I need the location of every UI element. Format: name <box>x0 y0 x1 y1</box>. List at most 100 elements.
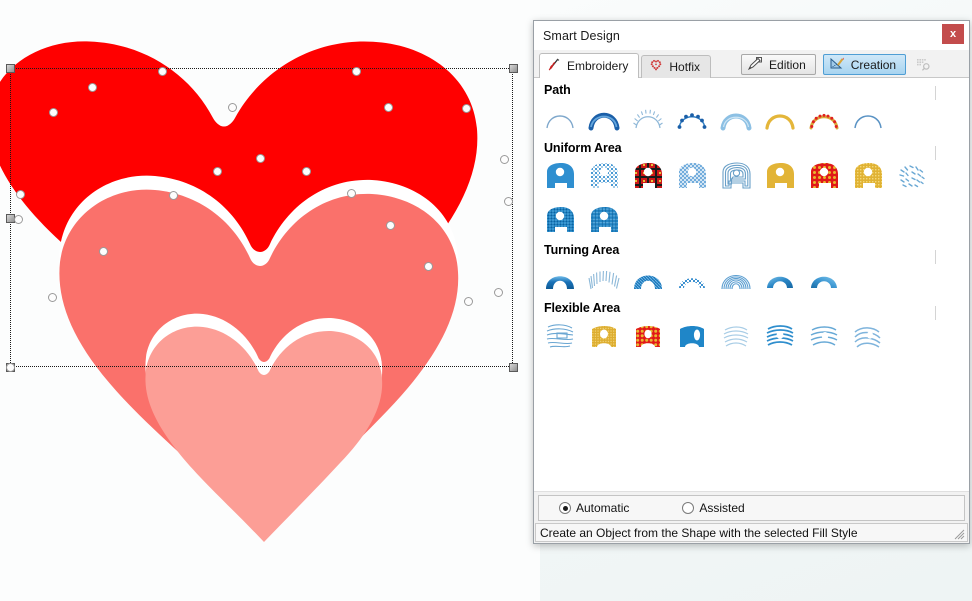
edition-button-label: Edition <box>769 58 806 72</box>
style-icon-turn-smooth-satin-2[interactable] <box>806 260 842 296</box>
radio-assisted-dot[interactable] <box>682 502 694 514</box>
node-handle[interactable] <box>169 191 178 200</box>
edition-button[interactable]: Edition <box>741 54 816 75</box>
radio-automatic-dot[interactable] <box>559 502 571 514</box>
node-handle[interactable] <box>424 262 433 271</box>
tab-embroidery[interactable]: Embroidery <box>539 53 639 78</box>
group-turning-area-icons <box>534 260 942 296</box>
style-icon-area-blue-texture-1[interactable] <box>542 202 578 238</box>
style-icon-path-light-satin-arc[interactable] <box>718 100 754 136</box>
node-handle[interactable] <box>384 103 393 112</box>
group-turning-area-title: Turning Area <box>534 238 969 260</box>
ruler-pencil-icon <box>829 56 846 74</box>
style-icon-turn-radial-lines[interactable] <box>586 260 622 296</box>
node-handle[interactable] <box>228 103 237 112</box>
generation-mode-bar: Automatic Assisted <box>538 495 965 521</box>
style-icon-turn-blue-satin[interactable] <box>542 260 578 296</box>
nested-heart-artwork <box>0 0 540 601</box>
node-handle[interactable] <box>16 190 25 199</box>
style-icon-area-blue-texture-2[interactable] <box>586 202 622 238</box>
node-handle[interactable] <box>500 155 509 164</box>
status-message: Create an Object from the Shape with the… <box>540 526 858 540</box>
fill-style-list[interactable]: Path <box>534 78 969 492</box>
node-handle[interactable] <box>158 67 167 76</box>
style-icon-path-bead-arc[interactable] <box>674 100 710 136</box>
node-handle[interactable] <box>213 167 222 176</box>
node-handle[interactable] <box>504 197 513 206</box>
status-bar: Create an Object from the Shape with the… <box>535 523 968 542</box>
style-icon-turn-smooth-satin[interactable] <box>762 260 798 296</box>
style-icon-flex-angled-waves[interactable] <box>850 318 886 354</box>
style-icon-flex-red-dots[interactable] <box>630 318 666 354</box>
node-handle[interactable] <box>302 167 311 176</box>
smart-design-dialog[interactable]: Smart Design x Embroidery <box>533 20 970 544</box>
style-icon-flex-light-waves[interactable] <box>718 318 754 354</box>
list-separator <box>935 250 936 264</box>
style-icon-area-gold-weave[interactable] <box>850 158 886 194</box>
tab-embroidery-label: Embroidery <box>567 59 628 73</box>
node-handle[interactable] <box>386 221 395 230</box>
style-icon-flex-gold-fill[interactable] <box>586 318 622 354</box>
tab-strip: Embroidery Hotfix <box>534 50 969 78</box>
dialog-titlebar[interactable]: Smart Design x <box>534 21 969 50</box>
style-icon-area-blue-fill[interactable] <box>542 158 578 194</box>
node-handle[interactable] <box>352 67 361 76</box>
node-handle[interactable] <box>14 215 23 224</box>
radio-assisted[interactable]: Assisted <box>682 501 744 515</box>
group-path: Path <box>534 78 969 136</box>
node-handle[interactable] <box>49 108 58 117</box>
node-handle[interactable] <box>462 104 471 113</box>
style-icon-turn-checker-arch[interactable] <box>674 260 710 296</box>
style-icon-path-outline-arc[interactable] <box>850 100 886 136</box>
pen-edit-icon <box>747 56 764 74</box>
radio-automatic-label: Automatic <box>576 501 629 515</box>
style-icon-path-thin-arc[interactable] <box>542 100 578 136</box>
list-separator <box>935 146 936 160</box>
list-separator <box>935 306 936 320</box>
style-icon-path-red-dotted-arc[interactable] <box>806 100 842 136</box>
style-icon-turn-blue-hatch[interactable] <box>630 260 666 296</box>
node-handle[interactable] <box>464 297 473 306</box>
selection-handle-top-left[interactable] <box>6 64 15 73</box>
style-icon-area-red-gold-dots[interactable] <box>806 158 842 194</box>
style-icon-flex-wave-outline[interactable] <box>542 318 578 354</box>
node-handle[interactable] <box>6 363 15 372</box>
node-handle[interactable] <box>256 154 265 163</box>
group-uniform-area-icons <box>534 158 942 238</box>
style-icon-area-blue-scatter[interactable] <box>894 158 930 194</box>
style-icon-area-blue-crosshatch[interactable] <box>674 158 710 194</box>
design-canvas[interactable] <box>0 0 540 601</box>
group-path-title: Path <box>534 78 969 100</box>
mode-button-group: Edition Creation <box>741 54 932 77</box>
style-icon-flex-blue-waves[interactable] <box>762 318 798 354</box>
radio-automatic[interactable]: Automatic <box>559 501 629 515</box>
style-icon-area-blue-gingham[interactable] <box>586 158 622 194</box>
style-icon-area-red-plaid[interactable] <box>630 158 666 194</box>
group-uniform-area-title: Uniform Area <box>534 136 969 158</box>
style-icon-path-comb-arc[interactable] <box>630 100 666 136</box>
resize-grip-icon[interactable] <box>953 528 965 540</box>
selection-handle-bottom-right[interactable] <box>509 363 518 372</box>
node-handle[interactable] <box>347 189 356 198</box>
tab-hotfix-label: Hotfix <box>669 60 700 74</box>
style-icon-path-thick-satin-arc[interactable] <box>586 100 622 136</box>
selection-handle-top-right[interactable] <box>509 64 518 73</box>
group-uniform-area: Uniform Area <box>534 136 969 238</box>
tab-hotfix[interactable]: Hotfix <box>641 55 711 78</box>
style-icon-area-contour-outline[interactable] <box>718 158 754 194</box>
group-flexible-area-title: Flexible Area <box>534 296 969 318</box>
node-handle[interactable] <box>494 288 503 297</box>
node-handle[interactable] <box>99 247 108 256</box>
creation-button[interactable]: Creation <box>823 54 906 75</box>
node-handle[interactable] <box>48 293 57 302</box>
magnifier-icon <box>915 57 932 72</box>
style-icon-flex-sparse-waves[interactable] <box>806 318 842 354</box>
style-icon-path-gold-arc[interactable] <box>762 100 798 136</box>
list-separator <box>935 86 936 100</box>
style-icon-turn-contour-arch[interactable] <box>718 260 754 296</box>
style-icon-area-gold-fill[interactable] <box>762 158 798 194</box>
group-path-icons <box>534 100 942 136</box>
style-icon-flex-blue-solid[interactable] <box>674 318 710 354</box>
close-button[interactable]: x <box>942 24 964 44</box>
node-handle[interactable] <box>88 83 97 92</box>
